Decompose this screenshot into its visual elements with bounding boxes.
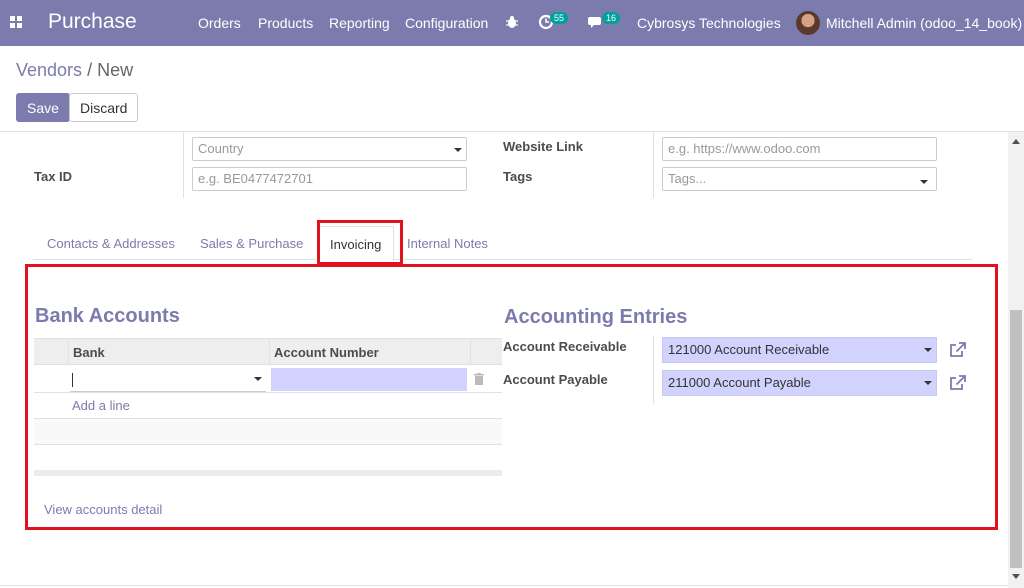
account-payable-select[interactable]: 211000 Account Payable	[662, 370, 937, 396]
tags-input[interactable]: Tags...	[662, 167, 937, 191]
column-divider	[653, 336, 654, 404]
column-separator	[68, 339, 69, 365]
bank-accounts-title: Bank Accounts	[35, 305, 180, 327]
trash-icon[interactable]	[474, 373, 484, 385]
chevron-down-icon	[924, 348, 932, 352]
highlight-box-tab	[317, 220, 403, 265]
row-divider	[34, 444, 502, 445]
bank-select[interactable]	[70, 370, 266, 392]
activity-count-badge: 55	[550, 12, 569, 24]
column-separator	[269, 339, 270, 365]
tax-id-label: Tax ID	[34, 169, 73, 184]
message-count-badge: 16	[602, 12, 621, 24]
view-accounts-detail-link[interactable]: View accounts detail	[44, 502, 162, 517]
menu-orders[interactable]: Orders	[198, 15, 241, 31]
control-panel-divider	[0, 131, 1024, 132]
tax-id-input[interactable]: e.g. BE0477472701	[192, 167, 467, 191]
app-title[interactable]: Purchase	[48, 10, 137, 34]
column-divider	[653, 132, 654, 198]
chevron-down-icon	[454, 148, 462, 152]
tab-internal-notes[interactable]: Internal Notes	[407, 236, 488, 251]
accounting-entries-title: Accounting Entries	[504, 306, 688, 328]
tab-sales-purchase[interactable]: Sales & Purchase	[200, 236, 303, 251]
breadcrumb-current: New	[97, 60, 134, 80]
chevron-down-icon	[920, 180, 928, 184]
breadcrumb-separator: /	[82, 60, 98, 80]
chevron-down-icon	[254, 377, 262, 381]
bank-table-header: Bank Account Number	[34, 338, 502, 365]
scrollbar-thumb[interactable]	[1010, 310, 1022, 568]
bottom-divider	[0, 585, 1008, 586]
breadcrumb-vendors[interactable]: Vendors	[16, 60, 82, 80]
tags-label: Tags	[503, 169, 533, 184]
menu-configuration[interactable]: Configuration	[405, 15, 488, 31]
website-input[interactable]: e.g. https://www.odoo.com	[662, 137, 937, 161]
user-menu[interactable]: Mitchell Admin (odoo_14_book)	[826, 15, 1022, 31]
company-switcher[interactable]: Cybrosys Technologies	[637, 15, 781, 31]
account-receivable-select[interactable]: 121000 Account Receivable	[662, 337, 937, 363]
menu-products[interactable]: Products	[258, 15, 313, 31]
column-separator	[470, 339, 471, 365]
highlight-box-panel	[25, 264, 998, 530]
external-link-icon[interactable]	[948, 340, 968, 360]
column-account-number[interactable]: Account Number	[274, 345, 379, 360]
text-cursor	[72, 373, 73, 387]
column-bank[interactable]: Bank	[73, 345, 105, 360]
country-select[interactable]: Country	[192, 137, 467, 161]
discard-button[interactable]: Discard	[69, 93, 139, 122]
website-label: Website Link	[503, 139, 583, 154]
add-a-line-link[interactable]: Add a line	[72, 398, 130, 413]
apps-menu-icon[interactable]	[10, 16, 22, 28]
menu-reporting[interactable]: Reporting	[329, 15, 390, 31]
tabs-divider	[33, 259, 973, 260]
empty-row	[34, 419, 502, 444]
top-navbar: Purchase Orders Products Reporting Confi…	[0, 0, 1024, 46]
scroll-up-arrow-icon[interactable]	[1012, 139, 1020, 144]
account-receivable-label: Account Receivable	[503, 339, 627, 354]
user-avatar[interactable]	[796, 11, 820, 35]
breadcrumb: Vendors / New	[16, 60, 133, 81]
table-footer	[34, 470, 502, 476]
tab-contacts-addresses[interactable]: Contacts & Addresses	[47, 236, 175, 251]
chevron-down-icon	[924, 381, 932, 385]
account-number-input[interactable]	[271, 368, 467, 391]
bug-icon[interactable]	[505, 15, 519, 29]
save-button[interactable]: Save	[16, 93, 70, 122]
scroll-down-arrow-icon[interactable]	[1012, 574, 1020, 579]
external-link-icon[interactable]	[948, 373, 968, 393]
column-divider	[183, 132, 184, 198]
account-payable-label: Account Payable	[503, 372, 608, 387]
row-divider	[34, 392, 502, 393]
